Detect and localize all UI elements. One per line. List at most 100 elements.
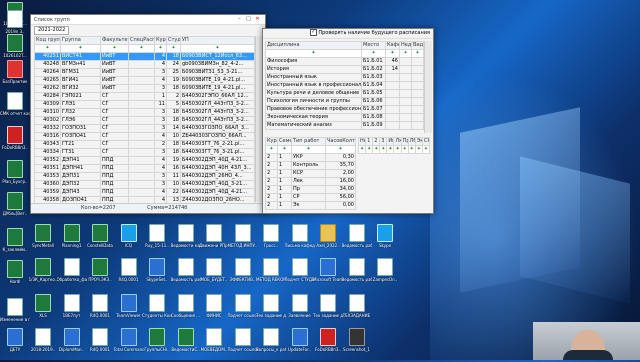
desktop-icon[interactable]: МОЕВЕДОМ..	[199, 326, 229, 362]
table-row[interactable]: Иностранный язык в профессиональной сфер…	[265, 81, 424, 90]
desktop-icon[interactable]: FoDoRB8п3..	[313, 326, 343, 362]
desktop-icon[interactable]: Plan_Бухгр..	[0, 158, 30, 194]
table-row[interactable]: 40265 ВГИ41 ИиВТ 4 19 Б0903ВИТЕ_19_4-21.pl...	[34, 76, 255, 85]
desktop-icon[interactable]: СМК отчет кафедр	[0, 90, 30, 126]
desktop-icon[interactable]: Ведомость работа с ..	[342, 256, 372, 292]
desktop-icon[interactable]: 2018-2019..	[28, 326, 58, 362]
desktop-icon[interactable]: UpdateFor..	[285, 326, 315, 362]
table-row[interactable]: Культура речи и деловое общение Б1.Б.05	[265, 89, 424, 98]
weeks-header-col-9[interactable]: СР	[421, 137, 431, 146]
table-row[interactable]: 40359 ДЭП43 ППД 4 22 Б440302ДЭП_40Д_4-21...	[34, 188, 255, 197]
desktop-icon[interactable]: МЕТОД ИНПУ..	[228, 222, 258, 258]
groups-header-col-4[interactable]: Курс	[154, 36, 167, 45]
year-selector[interactable]: 2021-2022	[34, 26, 70, 35]
minimize-icon[interactable]: –	[235, 16, 244, 23]
weeks-header-col-1[interactable]: 1	[365, 137, 374, 146]
desktop-icon[interactable]: DiplomMan..	[57, 326, 87, 362]
table-row[interactable]: 2 1 Эк 0,00	[265, 201, 356, 210]
weeks-header-col-5[interactable]: Лк	[393, 137, 402, 146]
weeks-filter-row[interactable]: ✦ ✦ ✦ ✦ ✦ ✦ ✦ ✦ ✦ ✦	[357, 145, 431, 154]
table-row[interactable]: 40302 ГЛЭ6 СГ 3 18 Б450302ГЛ_44ЗтПЗ_3-2...	[34, 116, 255, 125]
desktop-icon[interactable]: Ведомость работа с ..	[342, 222, 372, 258]
table-row[interactable]: 40334 ГТ31 СГ 3 18 Б440303ГТ_76_3-21.pl...	[34, 148, 255, 157]
desktop-icon[interactable]: R4Q.0001	[85, 292, 115, 328]
table-row[interactable]: История Б1.Б.02 14	[265, 65, 424, 74]
future-schedule-checkbox[interactable]: ✓	[309, 29, 317, 36]
workload-header-col-1[interactable]: Семе..	[277, 137, 292, 146]
table-row[interactable]: 40332 ГОЗПО31 СГ 3 14 Б440303ГОЗПО_66АЛ_3...	[34, 124, 255, 133]
weeks-header-col-6[interactable]: Пр	[400, 137, 409, 146]
groups-header-col-6[interactable]: УП	[180, 36, 255, 45]
table-row[interactable]: Экономическая теория Б1.Б.08	[265, 113, 424, 122]
desktop-icon[interactable]: Сообщения ...	[171, 292, 201, 328]
weeks-header-col-0[interactable]: Нед	[357, 137, 367, 146]
desktop-icon[interactable]: Ведомость работ	[171, 256, 201, 292]
table-row[interactable]: 40360 ДЭП32 ППД 3 10 Б440302ДЭП_40Д_3-21...	[34, 180, 255, 189]
table-row[interactable]: 40351 ДЭПН41 ППД 4 16 Б440302ДЭП_40Н_4ЗЛ_3...	[34, 164, 255, 173]
weeks-header-col-4[interactable]: Ин	[386, 137, 395, 146]
workload-header-col-0[interactable]: Курс	[265, 137, 278, 146]
table-row[interactable]: 2 1 КСР 2,00	[265, 169, 356, 178]
groups-header-col-1[interactable]: Группа	[60, 36, 101, 45]
table-row[interactable]: 2 1 Лек 16,00	[265, 177, 356, 186]
desktop-icon[interactable]: Гросс..	[256, 222, 286, 258]
desktop-icon[interactable]: МОЕ_БУДЕТ..	[199, 256, 229, 292]
desktop-icon[interactable]: ГруппыCHi..	[142, 326, 172, 362]
table-row[interactable]: Философия Б1.Б.01 46	[265, 57, 424, 66]
desktop-icon[interactable]: Ruy_15-11..	[142, 222, 172, 258]
desktop-icon[interactable]: ДЕТУ	[0, 326, 30, 362]
groups-header-col-0[interactable]: Код группы	[34, 36, 61, 45]
desktop-icon[interactable]: ДУбль[Вет..	[0, 190, 30, 226]
table-row[interactable]: 40310 ГЛ32 СГ 3 18 Б450302ГЛ_44ЗтПЗ_3-2...	[34, 108, 255, 117]
desktop-icon[interactable]: ВедомостиC..	[171, 326, 201, 362]
desktop-icon[interactable]: Screenshot_1	[342, 326, 372, 362]
disciplines-filter-row[interactable]: ✦ ✦ ✦ ✦ ✦	[265, 49, 424, 58]
desktop-icon[interactable]: БазПрактик	[0, 58, 30, 94]
desktop-icon[interactable]: TeamViewer	[114, 292, 144, 328]
desktop-icon[interactable]: ZampecOn..	[370, 256, 400, 292]
desktop-icon[interactable]: ФИНИС	[199, 292, 229, 328]
desktop-icon[interactable]: 1/3К_Картко..	[28, 256, 58, 292]
table-row[interactable]: 2 1 УКР 0,30	[265, 153, 356, 162]
desktop-icon[interactable]: Total Commande..	[114, 326, 144, 362]
disciplines-header-col-4[interactable]: Вид..	[411, 41, 424, 50]
table-row[interactable]: 40316 ГОЗПО41 СГ 4 10 ZБ440303ГОЗПО_66АЛ...	[34, 132, 255, 141]
desktop-icon[interactable]: R4Q.0001	[114, 256, 144, 292]
desktop-icon[interactable]: R4Q.0001	[85, 326, 115, 362]
table-row[interactable]: 40262 ВГИ32 ИиВТ 3 18 Б0903ВИТЕ_19_4-21.pl...	[34, 84, 255, 93]
desktop-icon[interactable]: Тех задание для оцен..	[313, 292, 343, 328]
table-row[interactable]: 40343 ГТ21 СГ 2 18 Б440303ГТ_76_2-21.pl...	[34, 140, 255, 149]
desktop-icon[interactable]: Студенты Кон..	[142, 292, 172, 328]
desktop-icon[interactable]: Подчет ссылок на..	[228, 292, 258, 328]
disciplines-header-col-1[interactable]: Место	[361, 41, 386, 50]
groups-filter-row[interactable]: ✦ ✦ ✦ ✦ ✦ ✦ ✦	[34, 44, 255, 53]
desktop-icon[interactable]: XLS	[28, 292, 58, 328]
disciplines-header-col-2[interactable]: Кафе..	[385, 41, 400, 50]
groups-header-col-3[interactable]: СпецРасписка	[128, 36, 155, 45]
desktop-icon[interactable]: МЕТОД RЕКОМ..	[256, 256, 286, 292]
desktop-icon[interactable]: Обработка_фак..	[57, 256, 87, 292]
disciplines-header-col-0[interactable]: Дисциплина	[265, 41, 362, 50]
table-row[interactable]: 40248 ВГМ3н41 ИиВТ 4 24 gb0903ВИМЗн_82_4-2...	[34, 60, 255, 69]
desktop-icon[interactable]: ТЕХЗАДАНИЕ	[342, 292, 372, 328]
table-row[interactable]: 40353 ДЭП31 ППД 3 11 Б440302ДЭП_26НО_4...	[34, 172, 255, 181]
desktop-icon[interactable]: Заявление	[285, 292, 315, 328]
table-row[interactable]: Иностранный язык Б1.Б.03	[265, 73, 424, 82]
desktop-icon[interactable]: ConstellData	[85, 222, 115, 258]
desktop-icon[interactable]: ПРОЧ.ЭКЗ..	[85, 256, 115, 292]
workload-header-col-3[interactable]: ЧасовКолтех	[325, 137, 356, 146]
desktop-icon[interactable]: Подчет ссылок на..	[228, 326, 258, 362]
table-row[interactable]: 40309 ГЛЭ1 СГ 11 5 Б450302ГЛ_44ЗтПЗ_3-2...	[34, 100, 255, 109]
workload-header-col-2[interactable]: Тип работ	[291, 137, 326, 146]
table-row[interactable]: 40251 ВИСТ41 ИиВТ 4 18 Б0903ВИСТ_12Иссл_63...	[34, 52, 255, 61]
table-row[interactable]: 2 1 СР 56,00	[265, 193, 356, 202]
desktop-icon[interactable]: Вопросы_к работа..	[256, 326, 286, 362]
desktop-icon[interactable]: К_заклейм..	[0, 226, 30, 262]
desktop-icon[interactable]: SyncMetall	[28, 222, 58, 258]
disciplines-header-col-3[interactable]: Нед..	[399, 41, 412, 50]
desktop-icon[interactable]: Ведомости кафедры	[171, 222, 201, 258]
desktop-icon[interactable]: Planning1	[57, 222, 87, 258]
desktop-icon[interactable]: FoDoRB8п3..	[0, 124, 30, 160]
table-row[interactable]: 2 1 Контроль 35,70	[265, 161, 356, 170]
desktop-icon[interactable]: Подчет СТУДЕНТ..	[285, 256, 315, 292]
